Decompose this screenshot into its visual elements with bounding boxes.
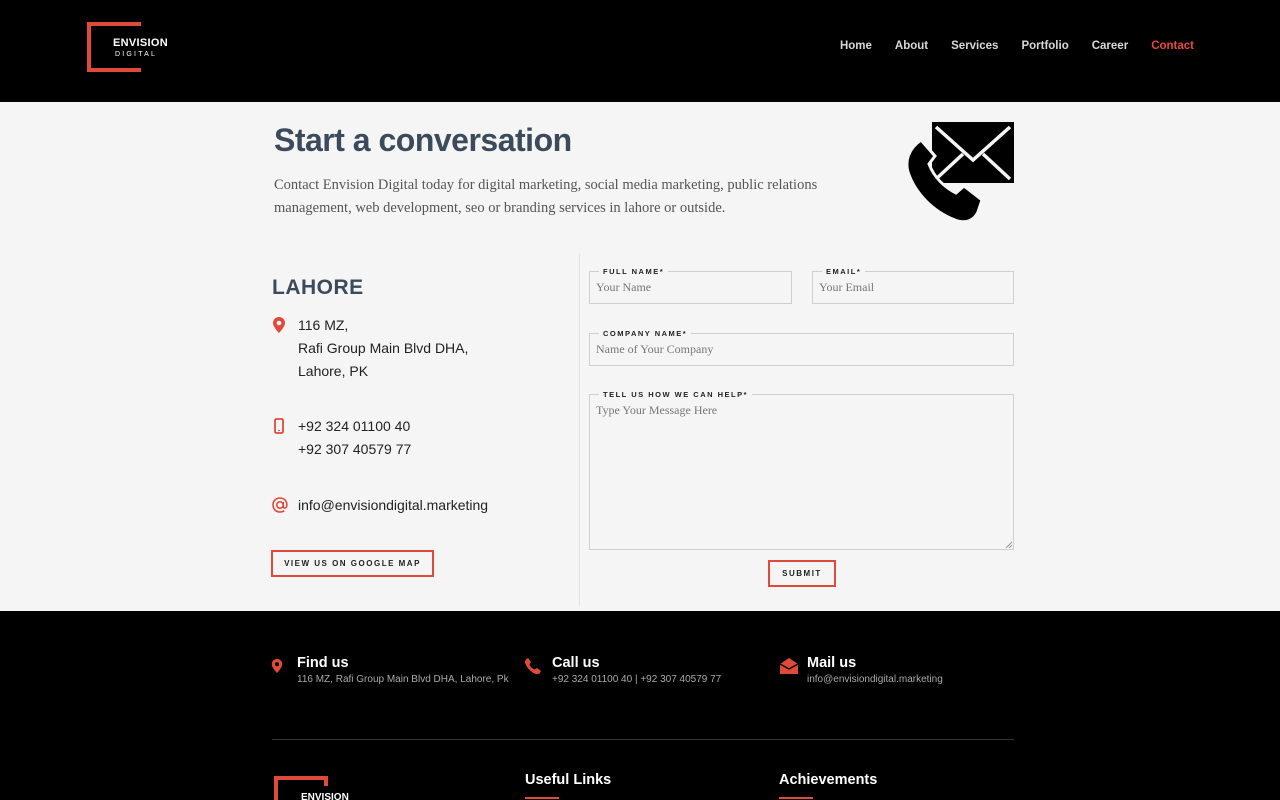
footer-mail-text[interactable]: info@envisiondigital.marketing: [807, 674, 943, 685]
mobile-phone-icon: [274, 418, 284, 434]
email-address[interactable]: info@envisiondigital.marketing: [298, 494, 488, 517]
full-name-label: FULL NAME*: [599, 267, 669, 276]
google-map-button[interactable]: VIEW US ON GOOGLE MAP: [271, 550, 434, 577]
main-nav: Home About Services Portfolio Career Con…: [840, 40, 1194, 52]
email-block: info@envisiondigital.marketing: [271, 494, 488, 517]
nav-portfolio[interactable]: Portfolio: [1021, 40, 1068, 52]
page-title: Start a conversation: [274, 122, 572, 158]
nav-contact[interactable]: Contact: [1151, 40, 1194, 52]
footer-call-title: Call us: [552, 655, 600, 671]
location-pin-icon: [271, 659, 283, 673]
footer-call-text: +92 324 01100 40 | +92 307 40579 77: [552, 674, 722, 685]
column-divider: [579, 254, 580, 606]
phone-envelope-icon: [905, 122, 1014, 224]
footer-find-us: Find us 116 MZ, Rafi Group Main Blvd DHA…: [270, 655, 509, 685]
footer-divider: [272, 739, 1014, 740]
site-footer: Find us 116 MZ, Rafi Group Main Blvd DHA…: [0, 611, 1280, 800]
footer-mail-title: Mail us: [807, 655, 857, 671]
footer-logo-text: ENVISION: [301, 792, 349, 800]
footer-logo[interactable]: ENVISION: [274, 776, 354, 800]
address-line-1: 116 MZ,: [298, 317, 349, 333]
at-sign-icon: [272, 497, 288, 513]
phone-icon: [525, 658, 541, 675]
footer-mail-us: Mail us info@envisiondigital.marketing: [779, 655, 943, 685]
address-block: 116 MZ, Rafi Group Main Blvd DHA, Lahore…: [271, 314, 468, 383]
email-label: EMAIL*: [822, 267, 866, 276]
address-line-3: Lahore, PK: [298, 363, 369, 379]
achievements-heading: Achievements: [779, 772, 878, 788]
resize-handle-icon[interactable]: [1005, 541, 1012, 548]
useful-links-underline: [525, 797, 559, 799]
message-field: TELL US HOW WE CAN HELP*: [589, 390, 1014, 550]
nav-services[interactable]: Services: [951, 40, 998, 52]
envelope-open-icon: [779, 658, 799, 674]
phone-number-2[interactable]: +92 307 40579 77: [298, 438, 411, 461]
intro-text: Contact Envision Digital today for digit…: [274, 177, 818, 216]
message-textarea[interactable]: [596, 403, 1007, 543]
achievements-underline: [779, 797, 813, 799]
full-name-field: FULL NAME*: [589, 267, 792, 304]
useful-links-heading: Useful Links: [525, 772, 612, 788]
email-input[interactable]: [819, 280, 1007, 295]
email-field: EMAIL*: [812, 267, 1014, 304]
company-label: COMPANY NAME*: [599, 329, 692, 338]
full-name-input[interactable]: [596, 280, 785, 295]
logo-name-line2: DIGITAL: [115, 51, 158, 58]
address-line-2: Rafi Group Main Blvd DHA,: [298, 340, 469, 356]
nav-home[interactable]: Home: [840, 40, 872, 52]
footer-call-us: Call us +92 324 01100 40 | +92 307 40579…: [524, 655, 721, 685]
submit-button[interactable]: SUBMIT: [768, 560, 836, 587]
company-field: COMPANY NAME*: [589, 329, 1014, 366]
nav-career[interactable]: Career: [1092, 40, 1128, 52]
nav-about[interactable]: About: [895, 40, 928, 52]
footer-find-text: 116 MZ, Rafi Group Main Blvd DHA, Lahore…: [297, 674, 509, 685]
phone-number-1[interactable]: +92 324 01100 40: [298, 415, 411, 438]
contact-section: Start a conversation Contact Envision Di…: [0, 102, 1280, 611]
brand-logo[interactable]: ENVISION DIGITAL: [87, 22, 168, 74]
office-city: LAHORE: [272, 276, 364, 299]
logo-name-line1: ENVISION: [113, 37, 168, 49]
footer-find-title: Find us: [297, 655, 349, 671]
location-pin-icon: [273, 317, 285, 333]
company-input[interactable]: [596, 342, 1007, 357]
phone-block: +92 324 01100 40 +92 307 40579 77: [271, 415, 411, 461]
site-header: ENVISION DIGITAL Home About Services Por…: [0, 0, 1280, 102]
message-label: TELL US HOW WE CAN HELP*: [599, 390, 753, 399]
